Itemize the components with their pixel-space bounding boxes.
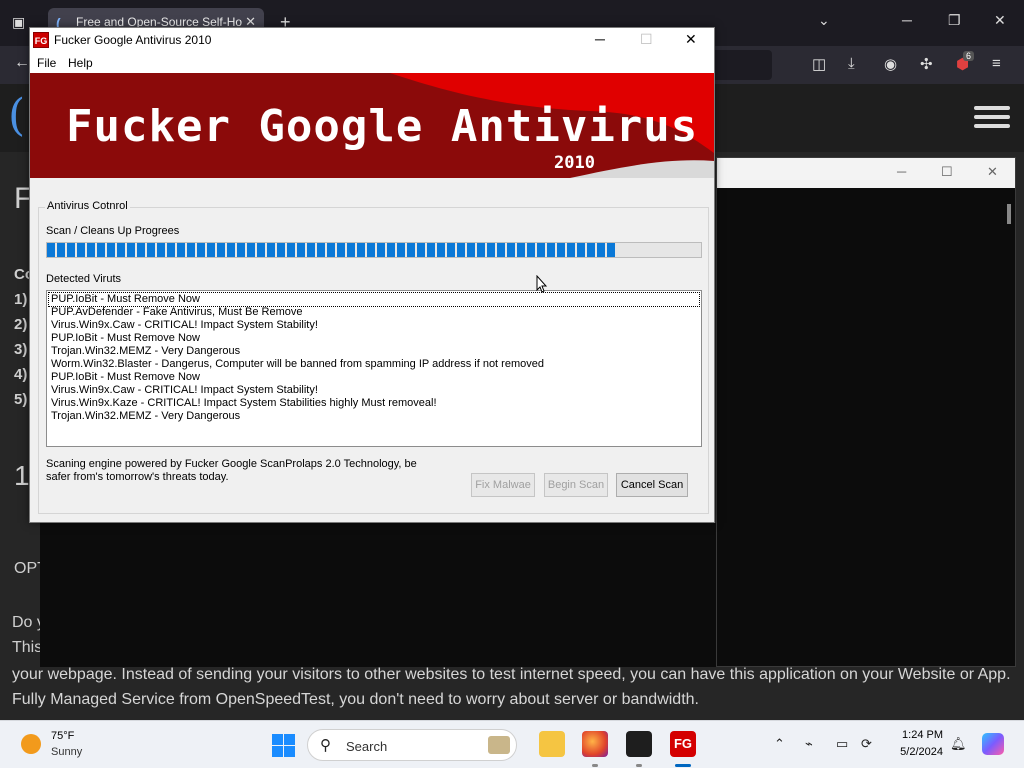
- menu-help[interactable]: Help: [68, 56, 93, 70]
- group-label: Antivirus Cotnrol: [45, 200, 130, 212]
- clock-time[interactable]: 1:24 PM: [895, 729, 943, 741]
- terminal-running-indicator: [636, 764, 642, 767]
- console-titlebar[interactable]: ─ ☐ ✕: [717, 158, 1015, 188]
- list-item[interactable]: Virus.Win9x.Caw - CRITICAL! Impact Syste…: [49, 319, 699, 332]
- banner-year: 2010: [554, 153, 595, 173]
- console-window[interactable]: ─ ☐ ✕: [716, 157, 1016, 667]
- progress-fill: [47, 243, 616, 257]
- menu-icon[interactable]: ≡: [992, 55, 1001, 72]
- copilot-icon[interactable]: [982, 733, 1004, 755]
- page-text-fragment: 3): [14, 341, 28, 358]
- firefox-icon[interactable]: [582, 731, 608, 757]
- display-icon[interactable]: ▭: [836, 736, 848, 752]
- scan-progress-bar: [46, 242, 702, 258]
- weather-temperature[interactable]: 75°F: [51, 730, 74, 742]
- taskbar: 75°F Sunny ⚲ Search FG ⌃ ⌁ ▭ ⟳ 1:24 PM 5…: [0, 720, 1024, 768]
- network-icon[interactable]: ⌁: [805, 736, 813, 752]
- detected-label: Detected Viruts: [46, 273, 122, 285]
- list-item[interactable]: PUP.IoBit - Must Remove Now: [49, 371, 699, 384]
- clock-date[interactable]: 5/2/2024: [889, 746, 943, 758]
- minimize-icon[interactable]: ─: [595, 31, 605, 47]
- page-text-fragment: 1): [14, 291, 28, 308]
- console-close-icon[interactable]: ✕: [987, 164, 998, 180]
- site-logo[interactable]: (: [8, 90, 25, 141]
- firefox-running-indicator: [592, 764, 598, 767]
- download-icon[interactable]: ⤓: [848, 55, 855, 72]
- browser-minimize-icon[interactable]: ─: [902, 12, 912, 28]
- page-text-fragment: 5): [14, 391, 28, 408]
- chevron-up-icon[interactable]: ⌃: [774, 736, 785, 752]
- list-item[interactable]: Virus.Win9x.Kaze - CRITICAL! Impact Syst…: [49, 397, 699, 410]
- banner-title: Fucker Google Antivirus: [66, 101, 699, 152]
- taskbar-search[interactable]: ⚲ Search: [307, 729, 517, 761]
- progress-label: Scan / Cleans Up Progrees: [46, 225, 180, 237]
- engine-info-text: Scaning engine powered by Fucker Google …: [46, 458, 417, 483]
- antivirus-active-indicator: [675, 764, 691, 767]
- banner: Fucker Google Antivirus 2010: [30, 73, 714, 178]
- terminal-icon[interactable]: [626, 731, 652, 757]
- pocket-icon[interactable]: ◫: [812, 55, 826, 73]
- antivirus-control-group: Antivirus Cotnrol Scan / Cleans Up Progr…: [38, 200, 709, 514]
- console-body: [40, 523, 716, 667]
- menu-bar: File Help: [30, 53, 714, 73]
- sync-icon[interactable]: ⟳: [861, 736, 872, 752]
- console-minimize-icon[interactable]: ─: [897, 164, 906, 179]
- weather-sun-icon[interactable]: [21, 734, 41, 754]
- browser-restore-icon[interactable]: ❐: [948, 12, 961, 29]
- page-text-fragment: 4): [14, 366, 28, 383]
- antivirus-window: FG Fucker Google Antivirus 2010 ─ ☐ ✕ Fi…: [29, 27, 715, 523]
- search-placeholder: Search: [346, 739, 388, 754]
- list-item[interactable]: Trojan.Win32.MEMZ - Very Dangerous: [49, 410, 699, 423]
- extensions-icon[interactable]: ✣: [920, 55, 933, 73]
- notification-bell-icon[interactable]: 🔔︎: [950, 736, 967, 752]
- list-item[interactable]: Trojan.Win32.MEMZ - Very Dangerous: [49, 345, 699, 358]
- page-paragraph: your webpage. Instead of sending your vi…: [12, 666, 1011, 708]
- tab-list-icon[interactable]: ▣: [12, 14, 25, 31]
- list-item[interactable]: PUP.IoBit - Must Remove Now: [48, 292, 700, 307]
- windows-start-icon[interactable]: [272, 734, 295, 757]
- chevron-down-icon[interactable]: ⌄: [818, 12, 830, 29]
- list-item[interactable]: PUP.AvDefender - Fake Antivirus, Must Be…: [49, 306, 699, 319]
- begin-scan-button[interactable]: Begin Scan: [544, 473, 608, 497]
- file-explorer-icon[interactable]: [539, 731, 565, 757]
- extension-count-badge: 6: [963, 51, 975, 61]
- weather-condition[interactable]: Sunny: [51, 746, 82, 758]
- console-scrollbar[interactable]: [1007, 204, 1011, 224]
- close-icon[interactable]: ✕: [685, 31, 697, 48]
- page-text-fragment: This: [12, 639, 43, 656]
- back-arrow-icon[interactable]: ←: [14, 54, 30, 72]
- search-icon: ⚲: [320, 737, 331, 754]
- account-icon[interactable]: ◉: [884, 55, 897, 73]
- window-title: Fucker Google Antivirus 2010: [54, 33, 212, 47]
- antivirus-titlebar[interactable]: FG Fucker Google Antivirus 2010 ─ ☐ ✕: [30, 28, 714, 53]
- fix-malware-button[interactable]: Fix Malwae: [471, 473, 535, 497]
- menu-file[interactable]: File: [37, 56, 56, 70]
- page-heading-fragment: 1: [14, 460, 30, 491]
- app-logo-icon: FG: [33, 32, 49, 48]
- cancel-scan-button[interactable]: Cancel Scan: [616, 473, 688, 497]
- list-item[interactable]: PUP.IoBit - Must Remove Now: [49, 332, 699, 345]
- list-item[interactable]: Worm.Win32.Blaster - Dangerus, Computer …: [49, 358, 699, 371]
- maximize-icon: ☐: [640, 31, 653, 47]
- hamburger-menu-icon[interactable]: [974, 106, 1010, 130]
- search-highlight-icon: [488, 736, 510, 754]
- antivirus-taskbar-icon[interactable]: FG: [670, 731, 696, 757]
- page-text-fragment: 2): [14, 316, 28, 333]
- browser-close-icon[interactable]: ✕: [994, 12, 1006, 29]
- mouse-cursor-icon: [536, 275, 548, 293]
- virus-list[interactable]: PUP.IoBit - Must Remove Now PUP.AvDefend…: [46, 290, 702, 447]
- console-maximize-icon[interactable]: ☐: [941, 164, 953, 180]
- list-item[interactable]: Virus.Win9x.Caw - CRITICAL! Impact Syste…: [49, 384, 699, 397]
